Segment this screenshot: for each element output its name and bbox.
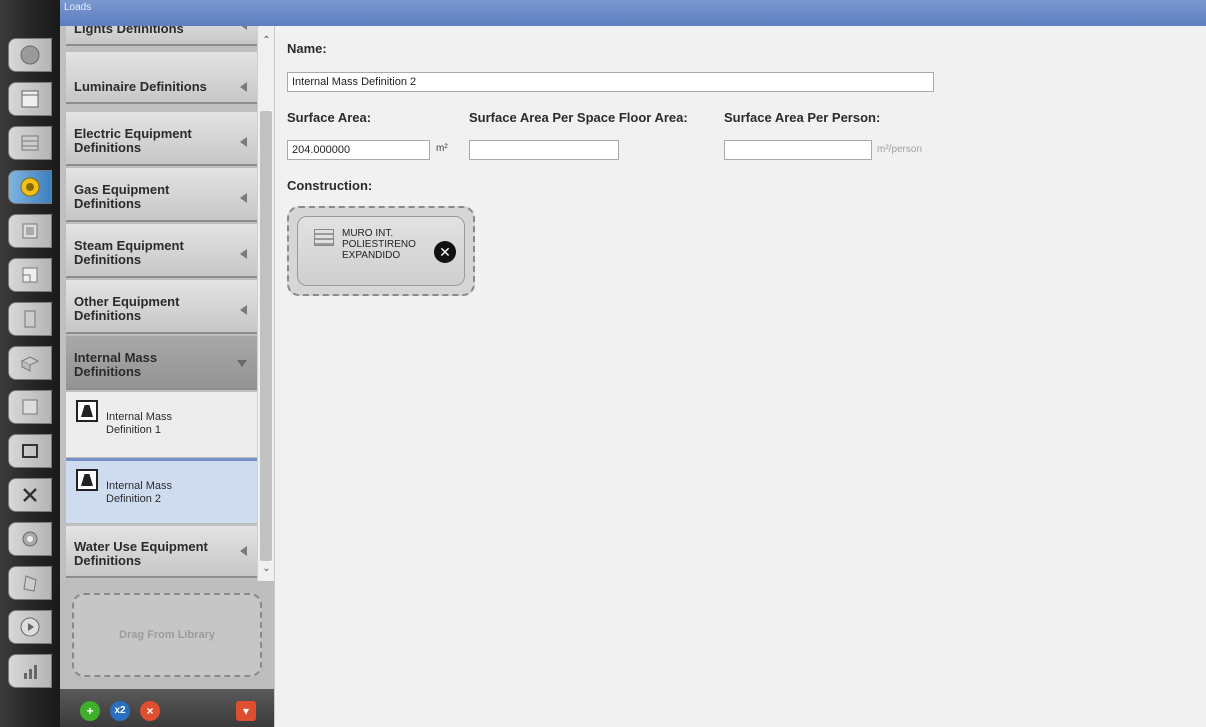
add-button[interactable]: + (80, 701, 100, 721)
category-internal-mass[interactable]: Internal Mass Definitions (66, 336, 257, 390)
list-item[interactable]: Internal Mass Definition 1 (66, 392, 257, 458)
geometry-tab[interactable] (8, 258, 52, 292)
category-label: Gas Equipment Definitions (74, 182, 170, 211)
loads-tab[interactable] (8, 170, 52, 204)
category-luminaire[interactable]: Luminaire Definitions (66, 52, 257, 104)
collapse-arrow-icon[interactable] (240, 137, 247, 147)
surface-area-per-floor-label: Surface Area Per Space Floor Area: (469, 110, 688, 125)
variables-tab[interactable] (8, 478, 52, 512)
measures-tab[interactable] (8, 566, 52, 600)
category-label: Water Use Equipment Definitions (74, 539, 208, 568)
geometry-icon (22, 267, 38, 283)
vertical-tab-rail (0, 0, 60, 727)
copy-button[interactable]: x2 (110, 701, 130, 721)
list-item-label: Internal Mass Definition 1 (106, 411, 173, 436)
surface-area-per-person-field[interactable] (724, 140, 872, 160)
library-drop-area: Drag From Library (60, 581, 274, 689)
scroll-up-arrow-icon[interactable]: ⌃ (260, 34, 273, 47)
surface-area-per-floor-field[interactable] (469, 140, 619, 160)
category-label: Internal Mass Definitions (74, 350, 158, 379)
space-types-tab[interactable] (8, 214, 52, 248)
category-lights[interactable]: Lights Definitions (66, 26, 257, 46)
hvac-systems-tab[interactable] (8, 434, 52, 468)
scroll-down-arrow-icon[interactable]: ⌄ (260, 562, 273, 575)
simulation-settings-tab[interactable] (8, 522, 52, 556)
category-gas-equipment[interactable]: Gas Equipment Definitions (66, 168, 257, 222)
surface-area-field[interactable]: 204.000000 (287, 140, 430, 160)
inspector-panel: Name: Internal Mass Definition 2 Surface… (274, 26, 1206, 727)
surface-area-per-person-label: Surface Area Per Person: (724, 110, 881, 125)
bar-chart-icon (24, 665, 37, 679)
schedules-tab[interactable] (8, 82, 52, 116)
category-electric-equipment[interactable]: Electric Equipment Definitions (66, 112, 257, 166)
category-scrollbar[interactable]: ⌃ ⌄ (257, 26, 274, 581)
internal-mass-icon (76, 469, 98, 491)
drag-from-library-zone[interactable]: Drag From Library (72, 593, 262, 677)
thermal-zones-tab[interactable] (8, 390, 52, 424)
list-item-label: Internal Mass Definition 2 (106, 480, 173, 505)
bricks-icon (21, 135, 39, 151)
surface-area-label: Surface Area: (287, 110, 372, 125)
bottom-toolbar: + x2 × ▾ (60, 689, 274, 727)
construction-label: Construction: (287, 178, 373, 193)
collapse-arrow-icon[interactable] (240, 26, 247, 30)
space-types-icon (22, 223, 38, 239)
window-title: Loads (64, 2, 92, 13)
category-other-equipment[interactable]: Other Equipment Definitions (66, 280, 257, 334)
play-icon (20, 617, 40, 637)
constructions-tab[interactable] (8, 126, 52, 160)
category-water-use-equipment[interactable]: Water Use Equipment Definitions (66, 526, 257, 578)
construction-drop-zone[interactable]: MURO INT. POLIESTIRENO EXPANDIDO ✕ (287, 206, 475, 296)
purge-button[interactable]: ▾ (236, 701, 256, 721)
box-icon (20, 356, 40, 372)
collapse-arrow-icon[interactable] (240, 305, 247, 315)
variables-icon (23, 488, 37, 502)
remove-button[interactable]: × (140, 701, 160, 721)
facility-tab[interactable] (8, 302, 52, 336)
results-tab[interactable] (8, 654, 52, 688)
collapse-arrow-icon[interactable] (240, 82, 247, 92)
calendar-icon (21, 90, 39, 108)
category-label: Steam Equipment Definitions (74, 238, 184, 267)
category-label: Luminaire Definitions (74, 79, 207, 94)
spaces-tab[interactable] (8, 346, 52, 380)
category-list: Lights Definitions Luminaire Definitions… (60, 26, 257, 581)
measures-icon (23, 575, 37, 592)
run-simulation-tab[interactable] (8, 610, 52, 644)
construction-item[interactable]: MURO INT. POLIESTIRENO EXPANDIDO ✕ (297, 216, 465, 286)
category-steam-equipment[interactable]: Steam Equipment Definitions (66, 224, 257, 278)
collapse-arrow-icon[interactable] (240, 249, 247, 259)
construction-icon (314, 229, 334, 246)
thermal-zones-icon (22, 399, 38, 415)
site-tab[interactable] (8, 38, 52, 72)
surface-area-per-person-unit: m²/person (877, 144, 923, 155)
category-label: Electric Equipment Definitions (74, 126, 192, 155)
surface-area-unit: m² (436, 143, 448, 154)
loads-icon (20, 177, 40, 197)
loop-arrows-icon (22, 444, 38, 458)
drop-zone-label: Drag From Library (119, 629, 215, 641)
globe-icon (20, 45, 40, 65)
building-icon (24, 310, 36, 328)
name-field[interactable]: Internal Mass Definition 2 (287, 72, 934, 92)
construction-name: MURO INT. POLIESTIRENO EXPANDIDO (342, 228, 416, 261)
list-item-selected[interactable]: Internal Mass Definition 2 (66, 458, 257, 524)
internal-mass-icon (76, 400, 98, 422)
scroll-thumb[interactable] (260, 111, 272, 561)
expand-arrow-icon[interactable] (237, 360, 247, 367)
title-bar: Loads (60, 0, 1206, 26)
name-label: Name: (287, 41, 327, 56)
remove-construction-icon[interactable]: ✕ (434, 241, 456, 263)
gear-icon (22, 531, 38, 547)
collapse-arrow-icon[interactable] (240, 193, 247, 203)
collapse-arrow-icon[interactable] (240, 546, 247, 556)
category-label: Lights Definitions (74, 26, 184, 36)
category-label: Other Equipment Definitions (74, 294, 180, 323)
